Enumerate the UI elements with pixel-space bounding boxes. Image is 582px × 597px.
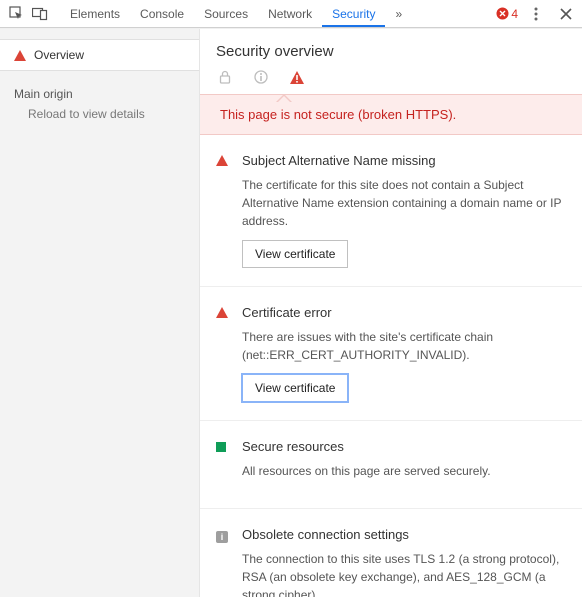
- page-title: Security overview: [200, 29, 582, 70]
- sidebar-heading-main-origin: Main origin: [0, 81, 199, 103]
- warning-triangle-icon: [288, 71, 306, 84]
- section-obsolete: i Obsolete connection settings The conne…: [200, 509, 582, 597]
- info-icon: [252, 70, 270, 84]
- lock-icon: [216, 70, 234, 84]
- section-description: The certificate for this site does not c…: [242, 176, 566, 230]
- sidebar-item-reload[interactable]: Reload to view details: [0, 103, 199, 125]
- error-count-badge[interactable]: 4: [496, 7, 518, 21]
- section-title: Subject Alternative Name missing: [242, 153, 566, 168]
- summary-icons: [200, 70, 582, 94]
- tab-elements[interactable]: Elements: [60, 1, 130, 27]
- kebab-menu-icon[interactable]: [524, 2, 548, 26]
- device-mode-icon[interactable]: [28, 2, 52, 26]
- devtools-toolbar: Elements Console Sources Network Securit…: [0, 0, 582, 28]
- tabs-overflow[interactable]: »: [385, 1, 412, 27]
- section-description: All resources on this page are served se…: [242, 462, 566, 480]
- secure-square-icon: [216, 442, 226, 452]
- tabs: Elements Console Sources Network Securit…: [60, 1, 496, 27]
- warning-triangle-icon: [216, 307, 228, 318]
- content: Security overview This page is not secur…: [200, 29, 582, 597]
- view-certificate-button[interactable]: View certificate: [242, 240, 348, 268]
- insecure-banner: This page is not secure (broken HTTPS).: [200, 94, 582, 135]
- section-title: Secure resources: [242, 439, 566, 454]
- tab-security[interactable]: Security: [322, 1, 385, 27]
- section-san-missing: Subject Alternative Name missing The cer…: [200, 135, 582, 287]
- warning-triangle-icon: [14, 50, 26, 61]
- sidebar: Overview Main origin Reload to view deta…: [0, 29, 200, 597]
- section-title: Certificate error: [242, 305, 566, 320]
- view-certificate-button[interactable]: View certificate: [242, 374, 348, 402]
- section-secure-resources: Secure resources All resources on this p…: [200, 421, 582, 509]
- warning-triangle-icon: [216, 155, 228, 166]
- sidebar-item-overview[interactable]: Overview: [0, 39, 199, 71]
- info-square-icon: i: [216, 531, 228, 543]
- section-description: The connection to this site uses TLS 1.2…: [242, 550, 566, 597]
- section-title: Obsolete connection settings: [242, 527, 566, 542]
- sidebar-item-label: Overview: [34, 48, 84, 62]
- tab-network[interactable]: Network: [258, 1, 322, 27]
- inspect-icon[interactable]: [4, 2, 28, 26]
- tab-console[interactable]: Console: [130, 1, 194, 27]
- close-icon[interactable]: [554, 2, 578, 26]
- tab-sources[interactable]: Sources: [194, 1, 258, 27]
- error-count: 4: [511, 7, 518, 21]
- section-cert-error: Certificate error There are issues with …: [200, 287, 582, 421]
- section-description: There are issues with the site's certifi…: [242, 328, 566, 364]
